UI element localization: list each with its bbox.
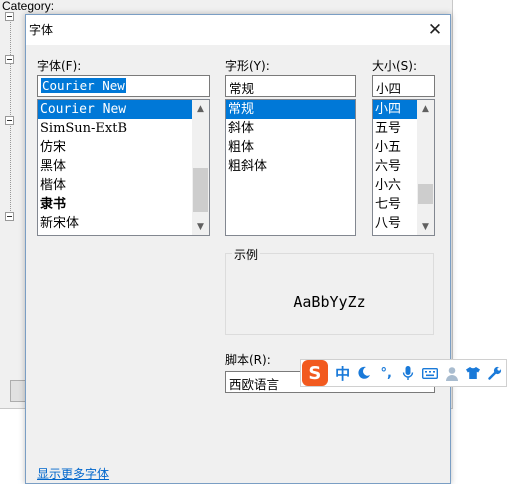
user-icon[interactable] [441, 360, 463, 386]
list-item[interactable]: 楷体 [38, 176, 209, 195]
list-item[interactable]: 斜体 [226, 119, 355, 138]
list-item[interactable]: SimSun-ExtB [38, 119, 209, 138]
list-item[interactable]: 常规 [226, 100, 355, 119]
dialog-title: 字体 [29, 23, 54, 37]
list-item[interactable]: 隶书 [38, 195, 209, 214]
font-input[interactable]: Courier New [37, 75, 210, 97]
tree-collapse-icon[interactable] [5, 116, 14, 125]
keyboard-icon[interactable] [419, 360, 441, 386]
category-tree[interactable] [5, 12, 25, 372]
scroll-up-icon[interactable]: ▲ [192, 100, 209, 117]
sample-text: AaBbYyZz [293, 293, 366, 311]
scroll-down-icon[interactable]: ▼ [417, 218, 434, 235]
size-list-scrollbar[interactable]: ▲ ▼ [417, 100, 434, 235]
style-input[interactable]: 常规 [225, 75, 356, 97]
scrollbar-thumb[interactable] [418, 184, 433, 204]
script-label: 脚本(R): [225, 353, 271, 367]
tree-collapse-icon[interactable] [5, 212, 14, 221]
microphone-icon[interactable] [397, 360, 419, 386]
tree-collapse-icon[interactable] [5, 12, 14, 21]
scroll-up-icon[interactable]: ▲ [417, 100, 434, 117]
list-item[interactable]: 仿宋 [38, 138, 209, 157]
shirt-icon[interactable] [462, 360, 484, 386]
font-dialog: 字体 ✕ 字体(F): Courier New Courier New SimSu… [25, 14, 451, 484]
scrollbar-thumb[interactable] [193, 168, 208, 212]
list-item[interactable]: 黑体 [38, 157, 209, 176]
style-list[interactable]: 常规 斜体 粗体 粗斜体 [225, 99, 356, 236]
sample-label: 示例 [232, 246, 261, 263]
size-list[interactable]: 小四 五号 小五 六号 小六 七号 八号 ▲ ▼ [372, 99, 435, 236]
sogou-logo-icon[interactable]: S [302, 360, 328, 386]
ime-toolbar: S 中 °, [300, 359, 507, 387]
list-item[interactable]: 粗斜体 [226, 157, 355, 176]
font-list-scrollbar[interactable]: ▲ ▼ [192, 100, 209, 235]
style-label: 字形(Y): [225, 59, 270, 73]
background-button[interactable] [10, 380, 26, 402]
scroll-down-icon[interactable]: ▼ [192, 218, 209, 235]
moon-icon[interactable] [354, 360, 376, 386]
tree-collapse-icon[interactable] [5, 55, 14, 64]
list-item[interactable]: Courier New [38, 100, 209, 119]
list-item[interactable]: 粗体 [226, 138, 355, 157]
close-icon: ✕ [427, 20, 443, 40]
close-button[interactable]: ✕ [422, 17, 448, 43]
font-label: 字体(F): [37, 59, 82, 73]
size-input[interactable]: 小四 [372, 75, 435, 97]
ime-mode-toggle[interactable]: 中 [332, 360, 354, 386]
title-bar: 字体 ✕ [26, 15, 450, 45]
list-item[interactable]: 新宋体 [38, 214, 209, 233]
punctuation-icon[interactable]: °, [375, 360, 397, 386]
wrench-icon[interactable] [484, 360, 506, 386]
font-input-value: Courier New [41, 78, 126, 93]
font-list[interactable]: Courier New SimSun-ExtB 仿宋 黑体 楷体 隶书 新宋体 ▲ ▼ [37, 99, 210, 236]
size-label: 大小(S): [372, 59, 418, 73]
more-fonts-link[interactable]: 显示更多字体 [37, 465, 109, 482]
